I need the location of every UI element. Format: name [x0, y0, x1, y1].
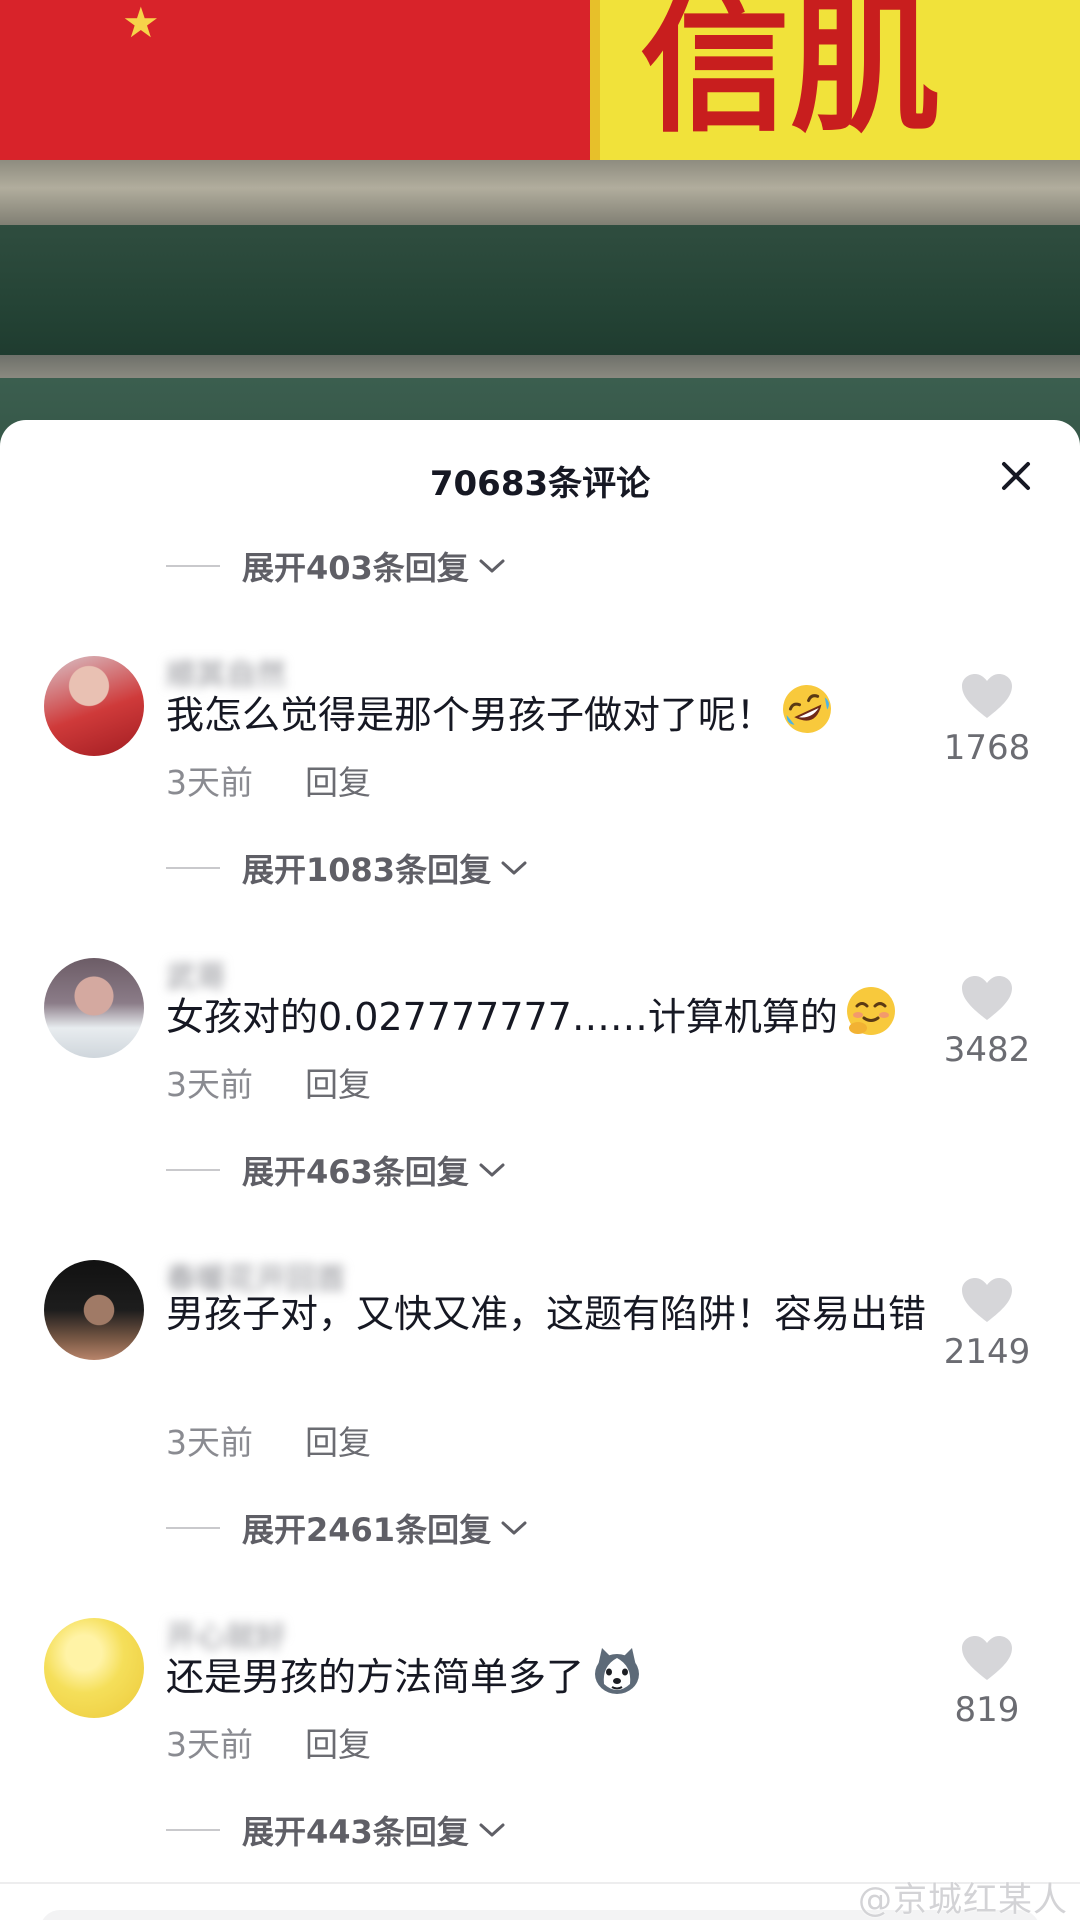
expand-replies-button[interactable]: 展开443条回复 [166, 1800, 507, 1860]
like-button[interactable]: 819 [922, 1634, 1052, 1730]
avatar[interactable] [44, 958, 144, 1058]
close-button[interactable] [992, 452, 1040, 500]
expand-replies-button[interactable]: 展开463条回复 [166, 1140, 507, 1200]
comment-text: 女孩对的0.027777777……计算机算的 [166, 984, 926, 1045]
expand-replies-label: 展开2461条回复 [242, 1511, 492, 1549]
like-count: 3482 [943, 1030, 1031, 1070]
sign-text: 信肌 [640, 0, 941, 153]
chevron-down-icon [501, 861, 527, 875]
like-count: 1768 [943, 728, 1031, 768]
expand-replies-button[interactable]: 展开1083条回复 [166, 838, 529, 898]
like-count: 2149 [943, 1332, 1031, 1372]
husky-emoji [595, 1648, 640, 1694]
expand-divider-line [166, 867, 220, 869]
chevron-down-icon [479, 1823, 505, 1837]
avatar[interactable] [44, 656, 144, 756]
like-button[interactable]: 2149 [922, 1276, 1052, 1372]
reply-button[interactable]: 回复 [305, 1718, 371, 1766]
comment-timestamp: 3天前 [166, 763, 253, 802]
star-icon: ★ [122, 0, 160, 47]
comment-text-content: 我怎么觉得是那个男孩子做对了呢！ [166, 693, 775, 737]
expand-replies-button[interactable]: 展开2461条回复 [166, 1498, 529, 1558]
comment-text: 男孩子对，又快又准，这题有陷阱！容易出错 [166, 1286, 926, 1342]
heart-icon [962, 674, 1012, 718]
expand-replies-label: 展开443条回复 [242, 1813, 469, 1851]
reply-button[interactable]: 回复 [305, 756, 371, 804]
chevron-down-icon [479, 1163, 505, 1177]
expand-replies-label: 展开403条回复 [242, 549, 469, 587]
like-count: 819 [954, 1690, 1020, 1730]
avatar[interactable] [44, 1260, 144, 1360]
close-icon [1002, 462, 1030, 490]
expand-replies-button[interactable]: 展开403条回复 [166, 536, 507, 596]
yellow-sign-board: 信肌 [590, 0, 1080, 168]
heart-icon [962, 1278, 1012, 1322]
comment-timestamp: 3天前 [166, 1065, 253, 1104]
expand-replies-label: 展开1083条回复 [242, 851, 492, 889]
expand-divider-line [166, 565, 220, 567]
comment-sheet-header: 70683条评论 [0, 420, 1080, 532]
like-button[interactable]: 1768 [922, 672, 1052, 768]
comment-sheet: 70683条评论 展开403条回复 顺其自然 我怎么觉得是那个男孩子做对了呢！ … [0, 420, 1080, 1920]
comment-text: 还是男孩的方法简单多了 [166, 1644, 926, 1705]
avatar[interactable] [44, 1618, 144, 1718]
watermark-text: @京城红某人 [858, 1880, 1068, 1920]
comment-count-title: 70683条评论 [429, 464, 651, 504]
heart-icon [962, 1636, 1012, 1680]
like-button[interactable]: 3482 [922, 974, 1052, 1070]
comment-text-content: 女孩对的0.027777777……计算机算的 [166, 995, 838, 1039]
comment-meta: 3天前 回复 [166, 1058, 371, 1106]
chevron-down-icon [479, 559, 505, 573]
reply-button[interactable]: 回复 [305, 1416, 371, 1464]
chevron-down-icon [501, 1521, 527, 1535]
blackboard [0, 225, 1080, 365]
comment-meta: 3天前 回复 [166, 756, 371, 804]
comment-text: 我怎么觉得是那个男孩子做对了呢！ [166, 682, 926, 743]
expand-divider-line [166, 1527, 220, 1529]
reply-button[interactable]: 回复 [305, 1058, 371, 1106]
expand-divider-line [166, 1169, 220, 1171]
expand-replies-label: 展开463条回复 [242, 1153, 469, 1191]
shy-smile-emoji [846, 987, 895, 1035]
red-flag-banner: ★ [0, 0, 590, 175]
video-background: ★ 信肌 [0, 0, 1080, 460]
rolling-laughing-emoji [783, 685, 832, 733]
expand-divider-line [166, 1829, 220, 1831]
comment-text-content: 男孩子对，又快又准，这题有陷阱！容易出错 [166, 1292, 927, 1336]
comment-timestamp: 3天前 [166, 1725, 253, 1764]
comment-meta: 3天前 回复 [166, 1718, 371, 1766]
comment-timestamp: 3天前 [166, 1423, 253, 1462]
heart-icon [962, 976, 1012, 1020]
comment-meta: 3天前 回复 [166, 1416, 371, 1464]
comment-text-content: 还是男孩的方法简单多了 [166, 1655, 585, 1699]
